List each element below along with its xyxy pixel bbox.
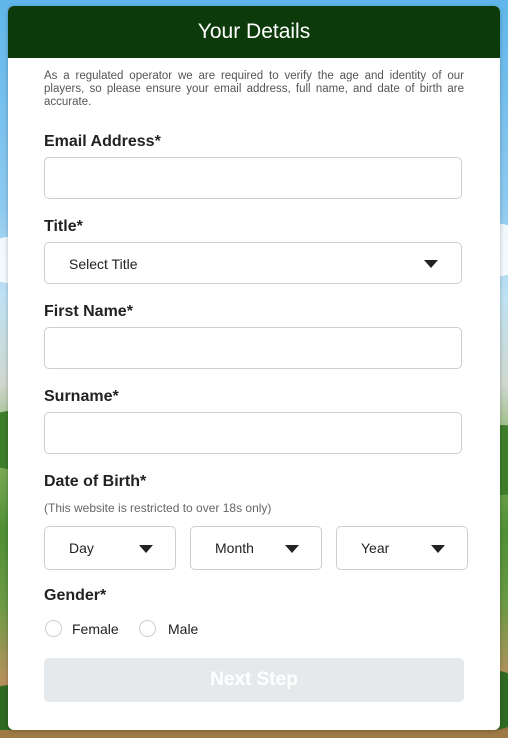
chevron-down-icon [285,545,299,553]
first-name-field[interactable] [44,327,462,369]
surname-label: Surname* [44,388,119,405]
email-field[interactable] [44,157,462,199]
dob-label: Date of Birth* [44,473,147,490]
details-form-card: Your Details As a regulated operator we … [8,6,500,730]
intro-text: As a regulated operator we are required … [44,70,464,108]
chevron-down-icon [431,545,445,553]
title-select[interactable]: Select Title [44,242,462,284]
next-step-button[interactable]: Next Step [44,658,464,702]
gender-male-label[interactable]: Male [168,621,198,637]
email-label: Email Address* [44,133,161,150]
dob-year-value: Year [361,540,390,556]
gender-female-radio[interactable] [45,620,62,637]
form-title: Your Details [197,20,311,43]
form-header: Your Details [8,6,500,58]
gender-label: Gender* [44,587,107,604]
chevron-down-icon [139,545,153,553]
title-select-value: Select Title [69,256,138,272]
surname-field[interactable] [44,412,462,454]
dob-year-select[interactable]: Year [336,526,468,570]
dob-month-value: Month [215,540,254,556]
first-name-label: First Name* [44,303,133,320]
title-label: Title* [44,218,83,235]
dob-month-select[interactable]: Month [190,526,322,570]
gender-male-radio[interactable] [139,620,156,637]
dob-day-value: Day [69,540,94,556]
chevron-down-icon [424,260,438,268]
dob-day-select[interactable]: Day [44,526,176,570]
gender-female-label[interactable]: Female [72,621,119,637]
dob-age-note: (This website is restricted to over 18s … [44,501,272,515]
